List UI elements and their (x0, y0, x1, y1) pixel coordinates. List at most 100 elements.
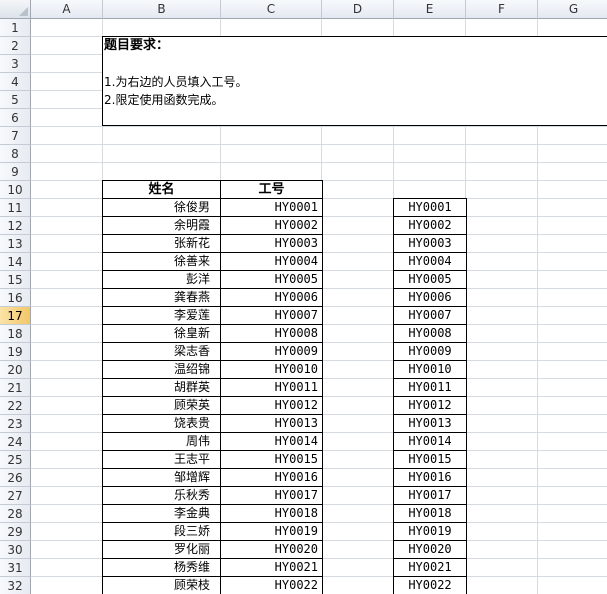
code-cell[interactable]: HY0018 (220, 504, 323, 523)
target-code-cell[interactable]: HY0001 (393, 198, 467, 217)
target-code-cell[interactable]: HY0019 (393, 522, 467, 541)
row-header[interactable]: 18 (0, 325, 31, 343)
code-cell[interactable]: HY0007 (220, 306, 323, 325)
name-cell[interactable]: 梁志香 (102, 342, 221, 361)
column-header-c[interactable]: C (221, 0, 322, 19)
code-cell[interactable]: HY0005 (220, 270, 323, 289)
row-header[interactable]: 20 (0, 361, 31, 379)
row-header[interactable]: 4 (0, 73, 31, 91)
column-header-f[interactable]: F (466, 0, 538, 19)
name-cell[interactable]: 胡群英 (102, 378, 221, 397)
row-header[interactable]: 17 (0, 307, 31, 325)
column-header-b[interactable]: B (103, 0, 221, 19)
name-cell[interactable]: 徐俊男 (102, 198, 221, 217)
row-header[interactable]: 24 (0, 433, 31, 451)
target-code-cell[interactable]: HY0004 (393, 252, 467, 271)
column-header-a[interactable]: A (31, 0, 103, 19)
code-cell[interactable]: HY0002 (220, 216, 323, 235)
row-header[interactable]: 3 (0, 55, 31, 73)
target-code-cell[interactable]: HY0011 (393, 378, 467, 397)
name-cell[interactable]: 徐皇新 (102, 324, 221, 343)
row-header[interactable]: 30 (0, 541, 31, 559)
target-code-cell[interactable]: HY0012 (393, 396, 467, 415)
name-cell[interactable]: 温绍锦 (102, 360, 221, 379)
name-cell[interactable]: 李金典 (102, 504, 221, 523)
name-cell[interactable]: 周伟 (102, 432, 221, 451)
target-code-cell[interactable]: HY0006 (393, 288, 467, 307)
column-header-e[interactable]: E (394, 0, 466, 19)
target-code-cell[interactable]: HY0020 (393, 540, 467, 559)
name-cell[interactable]: 饶表贵 (102, 414, 221, 433)
row-header[interactable]: 31 (0, 559, 31, 577)
code-cell[interactable]: HY0021 (220, 558, 323, 577)
row-header[interactable]: 22 (0, 397, 31, 415)
code-cell[interactable]: HY0009 (220, 342, 323, 361)
name-cell[interactable]: 徐善来 (102, 252, 221, 271)
row-header[interactable]: 12 (0, 217, 31, 235)
code-cell[interactable]: HY0019 (220, 522, 323, 541)
row-header[interactable]: 14 (0, 253, 31, 271)
code-cell[interactable]: HY0013 (220, 414, 323, 433)
target-code-cell[interactable]: HY0003 (393, 234, 467, 253)
code-cell[interactable]: HY0010 (220, 360, 323, 379)
row-header[interactable]: 9 (0, 163, 31, 181)
name-cell[interactable]: 李爱莲 (102, 306, 221, 325)
select-all-corner[interactable] (0, 0, 31, 19)
target-code-cell[interactable]: HY0015 (393, 450, 467, 469)
name-cell[interactable]: 顾荣枝 (102, 576, 221, 594)
row-header[interactable]: 27 (0, 487, 31, 505)
row-header[interactable]: 5 (0, 91, 31, 109)
column-header-g[interactable]: G (538, 0, 607, 19)
row-header[interactable]: 7 (0, 127, 31, 145)
code-cell[interactable]: HY0014 (220, 432, 323, 451)
name-cell[interactable]: 彭洋 (102, 270, 221, 289)
code-cell[interactable]: HY0012 (220, 396, 323, 415)
header-code[interactable]: 工号 (220, 180, 323, 199)
row-header[interactable]: 8 (0, 145, 31, 163)
target-code-cell[interactable]: HY0021 (393, 558, 467, 577)
code-cell[interactable]: HY0008 (220, 324, 323, 343)
code-cell[interactable]: HY0006 (220, 288, 323, 307)
target-code-cell[interactable]: HY0005 (393, 270, 467, 289)
target-code-cell[interactable]: HY0010 (393, 360, 467, 379)
name-cell[interactable]: 段三娇 (102, 522, 221, 541)
name-cell[interactable]: 顾荣英 (102, 396, 221, 415)
name-cell[interactable]: 罗化丽 (102, 540, 221, 559)
code-cell[interactable]: HY0015 (220, 450, 323, 469)
row-header[interactable]: 11 (0, 199, 31, 217)
row-header[interactable]: 16 (0, 289, 31, 307)
row-header[interactable]: 13 (0, 235, 31, 253)
row-header[interactable]: 19 (0, 343, 31, 361)
name-cell[interactable]: 杨秀维 (102, 558, 221, 577)
row-header[interactable]: 10 (0, 181, 31, 199)
code-cell[interactable]: HY0011 (220, 378, 323, 397)
header-name[interactable]: 姓名 (102, 180, 221, 199)
target-code-cell[interactable]: HY0018 (393, 504, 467, 523)
target-code-cell[interactable]: HY0008 (393, 324, 467, 343)
name-cell[interactable]: 邹增辉 (102, 468, 221, 487)
code-cell[interactable]: HY0020 (220, 540, 323, 559)
row-header[interactable]: 26 (0, 469, 31, 487)
target-code-cell[interactable]: HY0017 (393, 486, 467, 505)
target-code-cell[interactable]: HY0009 (393, 342, 467, 361)
code-cell[interactable]: HY0016 (220, 468, 323, 487)
name-cell[interactable]: 乐秋秀 (102, 486, 221, 505)
code-cell[interactable]: HY0017 (220, 486, 323, 505)
row-header[interactable]: 6 (0, 109, 31, 127)
code-cell[interactable]: HY0003 (220, 234, 323, 253)
row-header[interactable]: 28 (0, 505, 31, 523)
row-header[interactable]: 1 (0, 19, 31, 37)
target-code-cell[interactable]: HY0007 (393, 306, 467, 325)
name-cell[interactable]: 余明霞 (102, 216, 221, 235)
row-header[interactable]: 23 (0, 415, 31, 433)
name-cell[interactable]: 龚春燕 (102, 288, 221, 307)
column-header-d[interactable]: D (322, 0, 394, 19)
target-code-cell[interactable]: HY0014 (393, 432, 467, 451)
code-cell[interactable]: HY0004 (220, 252, 323, 271)
name-cell[interactable]: 王志平 (102, 450, 221, 469)
row-header[interactable]: 32 (0, 577, 31, 594)
target-code-cell[interactable]: HY0013 (393, 414, 467, 433)
target-code-cell[interactable]: HY0022 (393, 576, 467, 594)
row-header[interactable]: 21 (0, 379, 31, 397)
target-code-cell[interactable]: HY0002 (393, 216, 467, 235)
